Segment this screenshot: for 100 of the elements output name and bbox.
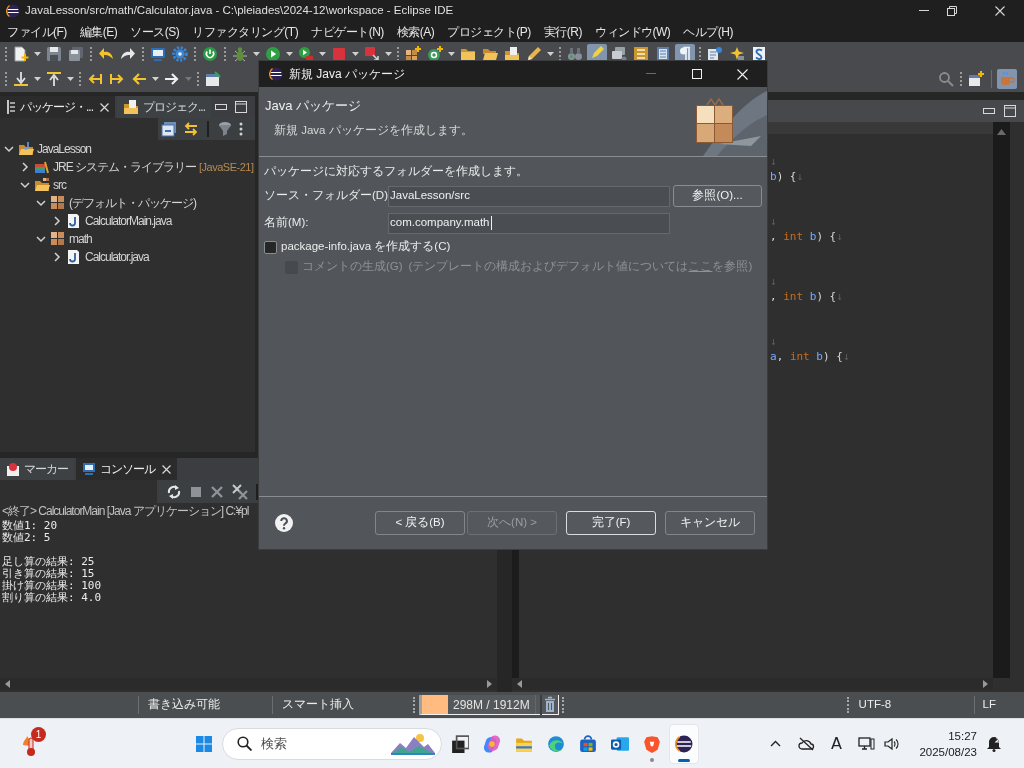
- list-tile-icon[interactable]: [633, 46, 649, 62]
- curved-arrow-right-icon[interactable]: [120, 46, 136, 62]
- caret-down-icon[interactable]: [286, 52, 293, 56]
- chevron-right-icon[interactable]: [20, 162, 30, 172]
- arrow-left-icon[interactable]: [5, 680, 10, 688]
- arrow-right-bar-icon[interactable]: [109, 71, 125, 87]
- settings-icon[interactable]: [172, 46, 188, 62]
- close-icon[interactable]: [100, 102, 109, 112]
- menu-item[interactable]: 検索(A): [391, 23, 440, 41]
- maximize-icon[interactable]: [1004, 105, 1016, 117]
- menu-item[interactable]: 編集(E): [74, 23, 123, 41]
- speaker-icon[interactable]: [883, 736, 899, 751]
- folder-icon[interactable]: [460, 46, 476, 62]
- tree-item-label[interactable]: Calculator.java: [85, 248, 149, 266]
- view-tab[interactable]: マーカー: [0, 458, 74, 480]
- view-tab[interactable]: パッケージ・...: [0, 96, 115, 118]
- menu-item[interactable]: プロジェクト(P): [442, 23, 536, 41]
- text-field[interactable]: com.company.math: [388, 212, 670, 234]
- curved-arrow-left-icon[interactable]: [98, 46, 114, 62]
- browse-button[interactable]: 参照(O)...: [673, 185, 762, 207]
- arrow-up-icon[interactable]: [997, 129, 1006, 135]
- caret-down-icon[interactable]: [385, 52, 392, 56]
- document-lines-icon[interactable]: [655, 46, 671, 62]
- bug-icon[interactable]: [232, 46, 248, 62]
- close-icon[interactable]: [995, 6, 1005, 16]
- cloud-off-icon[interactable]: [798, 736, 815, 751]
- thermometer-icon[interactable]: [20, 734, 38, 757]
- filter-icon[interactable]: [217, 121, 233, 137]
- arrow-up-bar-icon[interactable]: [46, 71, 62, 87]
- finish-button[interactable]: 完了(F): [566, 511, 656, 535]
- collapse-all-icon[interactable]: [161, 121, 177, 137]
- caret-down-icon[interactable]: [253, 52, 260, 56]
- document-curve-icon[interactable]: [751, 46, 767, 62]
- ime-mode-indicator[interactable]: A: [831, 731, 842, 756]
- caret-down-icon[interactable]: [34, 52, 41, 56]
- maximize-icon[interactable]: [235, 101, 247, 113]
- binoculars-icon[interactable]: [567, 46, 583, 62]
- caret-down-icon[interactable]: [448, 52, 455, 56]
- minimize-icon[interactable]: [919, 10, 929, 12]
- chevron-down-icon[interactable]: [20, 180, 30, 190]
- cancel-button[interactable]: キャンセル: [665, 511, 755, 535]
- arrow-down-bar-icon[interactable]: [13, 71, 29, 87]
- play-icon[interactable]: [265, 46, 281, 62]
- chevron-right-icon[interactable]: [52, 252, 62, 262]
- tree-item-label[interactable]: (デフォルト・パッケージ): [69, 194, 196, 212]
- close-icon[interactable]: [162, 464, 171, 474]
- pencil-icon[interactable]: [526, 46, 542, 62]
- caret-down-icon[interactable]: [352, 52, 359, 56]
- square-arrow-icon[interactable]: [364, 46, 380, 62]
- window-plus-icon[interactable]: [968, 71, 984, 87]
- back-button[interactable]: < 戻る(B): [375, 511, 465, 535]
- arrow-right-icon[interactable]: [983, 680, 988, 688]
- tree-item-label[interactable]: CalculatorMain.java: [85, 212, 172, 230]
- arrow-right-icon[interactable]: [487, 680, 492, 688]
- checkbox[interactable]: [264, 240, 277, 254]
- search-field[interactable]: 検索: [222, 727, 442, 760]
- bell-icon[interactable]: [985, 735, 1002, 752]
- text-field[interactable]: JavaLesson/src: [388, 185, 670, 207]
- folder-document-icon[interactable]: [504, 46, 520, 62]
- package-plus-icon[interactable]: [405, 46, 421, 62]
- view-tab[interactable]: コンソール: [76, 458, 177, 480]
- caret-down-icon[interactable]: [319, 52, 326, 56]
- chevron-up-icon[interactable]: [770, 740, 781, 747]
- clock-time[interactable]: 15:27: [948, 727, 977, 744]
- chevron-down-icon[interactable]: [36, 198, 46, 208]
- window-pin-icon[interactable]: [205, 71, 221, 87]
- chevron-down-icon[interactable]: [36, 234, 46, 244]
- monitor-network-icon[interactable]: [857, 735, 875, 752]
- stacked-cards-icon[interactable]: [611, 46, 627, 62]
- menu-item[interactable]: ファイル(F): [2, 23, 72, 41]
- restore-icon[interactable]: [947, 6, 957, 16]
- more-options-icon[interactable]: [239, 122, 243, 136]
- menu-item[interactable]: ナビゲート(N): [306, 23, 389, 41]
- play-case-icon[interactable]: [298, 46, 314, 62]
- chevron-down-icon[interactable]: [4, 144, 14, 154]
- chevron-right-icon[interactable]: [52, 216, 62, 226]
- search-icon[interactable]: [938, 71, 954, 87]
- caret-down-icon[interactable]: [34, 77, 41, 81]
- arrow-right-icon[interactable]: [164, 71, 180, 87]
- power-icon[interactable]: [202, 46, 218, 62]
- checkbox-label[interactable]: package-info.java を作成する(C): [281, 238, 451, 256]
- menu-item[interactable]: ウィンドウ(W): [590, 23, 676, 41]
- menu-item[interactable]: リファクタリング(T): [187, 23, 304, 41]
- help-icon[interactable]: [275, 514, 293, 532]
- menu-item[interactable]: ソース(S): [125, 23, 185, 41]
- arrow-left-icon[interactable]: [131, 71, 147, 87]
- clock-date[interactable]: 2025/08/23: [919, 743, 977, 760]
- view-tab[interactable]: プロジェク...: [117, 96, 212, 118]
- caret-down-icon[interactable]: [547, 52, 554, 56]
- folder-open-icon[interactable]: [482, 46, 498, 62]
- tree-item-label[interactable]: src: [53, 176, 66, 194]
- menu-item[interactable]: 実行(R): [538, 23, 587, 41]
- stop-square-icon[interactable]: [331, 46, 347, 62]
- swap-arrows-icon[interactable]: [183, 121, 199, 137]
- arrow-left-icon[interactable]: [517, 680, 522, 688]
- tree-item-label[interactable]: JavaLesson: [37, 140, 92, 158]
- minimize-icon[interactable]: [983, 108, 995, 114]
- document-gear-icon[interactable]: [707, 46, 723, 62]
- menu-item[interactable]: ヘルプ(H): [678, 23, 738, 41]
- trash-icon[interactable]: [540, 695, 559, 715]
